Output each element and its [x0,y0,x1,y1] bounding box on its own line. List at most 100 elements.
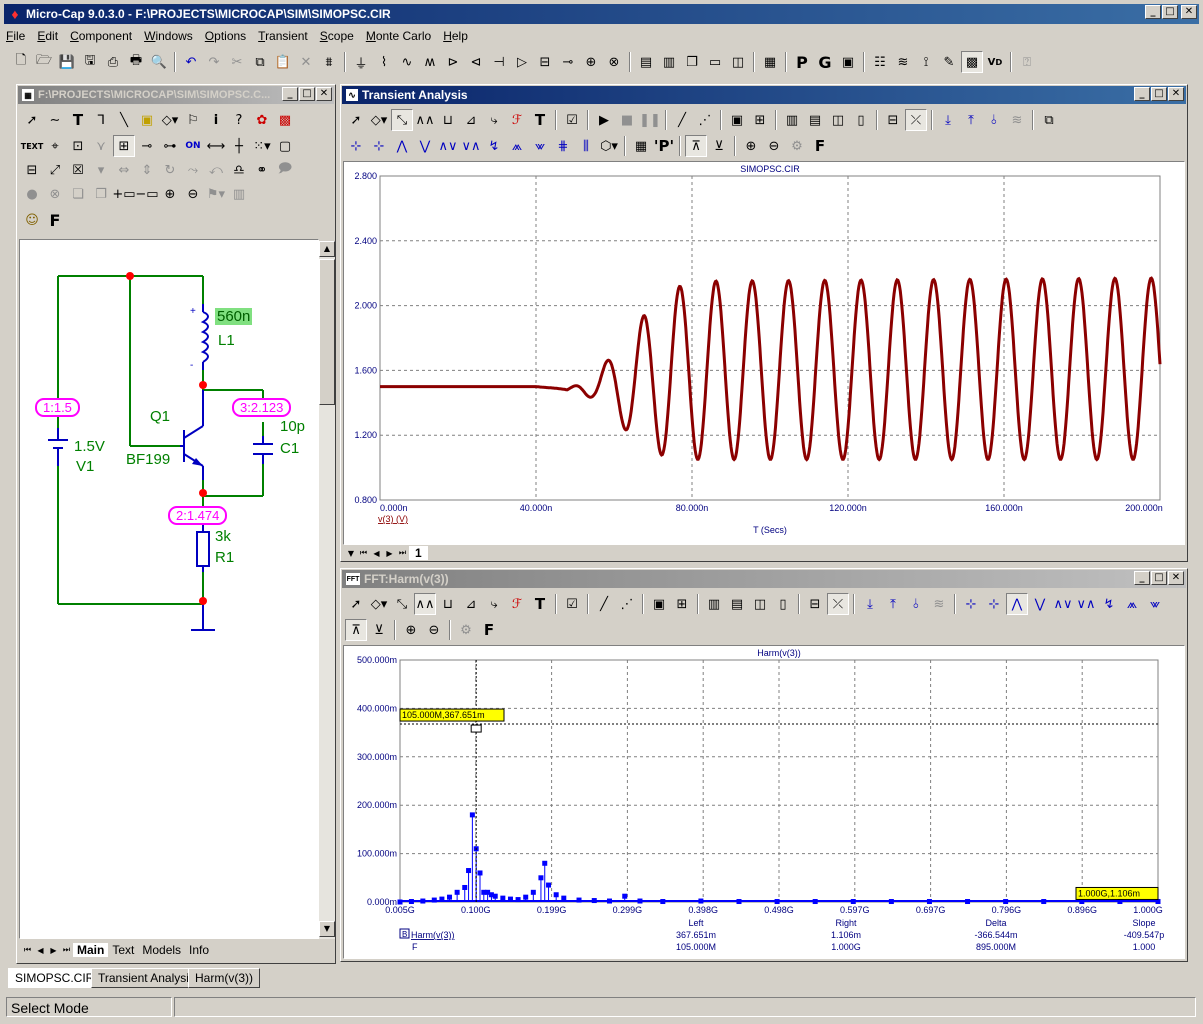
fft-layout-1-icon[interactable]: ▥ [703,593,725,615]
cursor-mode-2-icon[interactable]: ⊻ [708,135,730,157]
copy-icon[interactable]: ⧉ [249,51,271,73]
binoculars-icon[interactable]: ⚭ [251,159,273,181]
fft-text-icon[interactable]: T [529,593,551,615]
fft-high-icon[interactable]: ∧∨ [1052,593,1074,615]
marker-icon[interactable]: ⤷ [483,109,505,131]
reverse-icon[interactable]: ⤺ [205,159,227,181]
source-icon[interactable]: ⊕ [580,51,602,73]
fft-close-button[interactable]: ✕ [1168,571,1184,585]
g-icon[interactable]: G [814,51,836,73]
cursor-mode-1-icon[interactable]: ⊼ [685,135,707,157]
layout-4-icon[interactable]: ▯ [850,109,872,131]
schematic-canvas[interactable]: + - 560n L1 Q1 BF199 10p C1 3k R1 1.5V V… [19,239,319,939]
smiley-icon[interactable]: ☺ [21,209,43,231]
sheet-tab-main[interactable]: Main [73,943,109,957]
fft-layout-4-icon[interactable]: ▯ [772,593,794,615]
global-high-icon[interactable]: ⩕ [506,135,528,157]
fft-line-icon[interactable]: ╱ [593,593,615,615]
export-icon[interactable]: ⧉ [1038,109,1060,131]
fft-minimize-plot-icon[interactable]: ⊟ [804,593,826,615]
print-preview-icon[interactable]: 🖶 [125,51,147,73]
flag-drop-icon[interactable]: ⚑▾ [205,183,227,205]
select-all-icon[interactable]: ⩩ [318,51,340,73]
fft-line-dots-icon[interactable]: ⋰ [616,593,638,615]
wire-icon[interactable]: ᒣ [90,109,112,131]
global-low-icon[interactable]: ⩖ [529,135,551,157]
add-page-icon[interactable]: +▭ [112,183,135,205]
cross-icon[interactable]: ┼ [228,135,250,157]
stop-icon[interactable]: ● [21,183,43,205]
capacitor-icon[interactable]: ⊣ [488,51,510,73]
doc-tab-simopsc[interactable]: SIMOPSC.CIR [8,968,102,988]
schematic-maximize-button[interactable]: □ [299,87,315,101]
properties-icon[interactable]: ☑ [561,109,583,131]
cursor-slope-icon[interactable]: ⫰ [983,109,1005,131]
paste-icon[interactable]: 📋 [272,51,294,73]
plot-zoom-out-icon[interactable]: ⊖ [763,135,785,157]
note-icon[interactable]: ▣ [136,109,158,131]
flip-icon[interactable]: ⇔ [113,159,135,181]
undo-icon[interactable]: ↶ [180,51,202,73]
grid-icon[interactable]: ⁙▾ [251,135,273,157]
fft-marker-icon[interactable]: ⤷ [483,593,505,615]
probe-icon[interactable]: ⟟ [915,51,937,73]
doc-tab-transient[interactable]: Transient Analysis [91,968,202,988]
save-icon[interactable]: 💾 [56,51,78,73]
fft-peak-find-icon[interactable]: ⋀ [1006,593,1028,615]
pin-icon[interactable]: ⊸ [136,135,158,157]
page-icon[interactable]: ⊟ [21,159,43,181]
scroll-down-button[interactable]: ▼ [319,921,335,937]
open-file-icon[interactable]: 🗁 [33,51,55,73]
line-icon[interactable]: ⟷ [205,135,227,157]
shapes-icon[interactable]: ◇▾ [368,109,390,131]
text-mode-icon[interactable]: TEXT [21,135,44,157]
palette-icon[interactable]: ✿ [251,109,273,131]
layout-3-icon[interactable]: ◫ [827,109,849,131]
fft-fft-icon[interactable]: ℱ [506,593,528,615]
scroll-thumb[interactable] [319,259,335,405]
inductor-icon[interactable]: ʍ [419,51,441,73]
fft-zoom-in-icon[interactable]: ⊕ [400,619,422,641]
calculator-icon[interactable]: ▦ [759,51,781,73]
tag-icon[interactable]: ⊿ [460,109,482,131]
valley-find-icon[interactable]: ⋁ [414,135,436,157]
pen-icon[interactable]: ✎ [938,51,960,73]
flag-icon[interactable]: ⚐ [182,109,204,131]
menu-help[interactable]: Help [437,29,474,43]
sheet-prev-icon[interactable]: ◀ [34,943,47,957]
high-icon[interactable]: ∧∨ [437,135,459,157]
frame-icon[interactable]: ▣ [726,109,748,131]
menu-monte-carlo[interactable]: Monte Carlo [360,29,437,43]
border-icon[interactable]: ▢ [274,135,296,157]
transient-plot-area[interactable]: SIMOPSC.CIR 0.000n 40.000n 80.000n 120.000n 1… [343,161,1185,545]
info-icon[interactable]: i [205,109,227,131]
peak-find-icon[interactable]: ⋀ [391,135,413,157]
schematic-scrollbar[interactable]: ▲ ▼ [319,241,335,939]
dropdown-icon[interactable]: ▾ [90,159,112,181]
color-icon[interactable]: ▩ [274,109,296,131]
tab-first-icon[interactable]: ⏮ [357,547,370,560]
fft-cursor-slope-icon[interactable]: ⫰ [905,593,927,615]
mirror-icon[interactable]: ⇕ [136,159,158,181]
find-icon[interactable]: 🔍 [148,51,170,73]
transient-maximize-button[interactable]: □ [1151,87,1167,101]
menu-file[interactable]: File [0,29,31,43]
region-select-icon[interactable]: ⊡ [67,135,89,157]
tab-dropdown-icon[interactable]: ▼ [345,547,357,560]
fft-cursor-left-icon[interactable]: ⊹ [960,593,982,615]
tile-horizontal-icon[interactable]: ▤ [635,51,657,73]
fft-zoom-out-icon[interactable]: ⊖ [423,619,445,641]
fft-global-high-icon[interactable]: ⩕ [1121,593,1143,615]
zener-icon[interactable]: ⊲ [465,51,487,73]
print-icon[interactable]: ⎙ [102,51,124,73]
vdd-icon[interactable]: VD [984,51,1006,73]
bottom-icon[interactable]: ⫼ [575,135,597,157]
close-button[interactable]: ✕ [1181,5,1197,19]
cross-hair-icon[interactable]: ⤫ [905,109,927,131]
sheet-tab-info[interactable]: Info [185,943,213,957]
fft-reset-icon[interactable]: ⚙ [455,619,477,641]
paste-block-icon[interactable]: ❐ [90,183,112,205]
cursor-right-icon[interactable]: ⊹ [368,135,390,157]
fft-font-icon[interactable]: F [478,619,500,641]
low-icon[interactable]: ∨∧ [460,135,482,157]
